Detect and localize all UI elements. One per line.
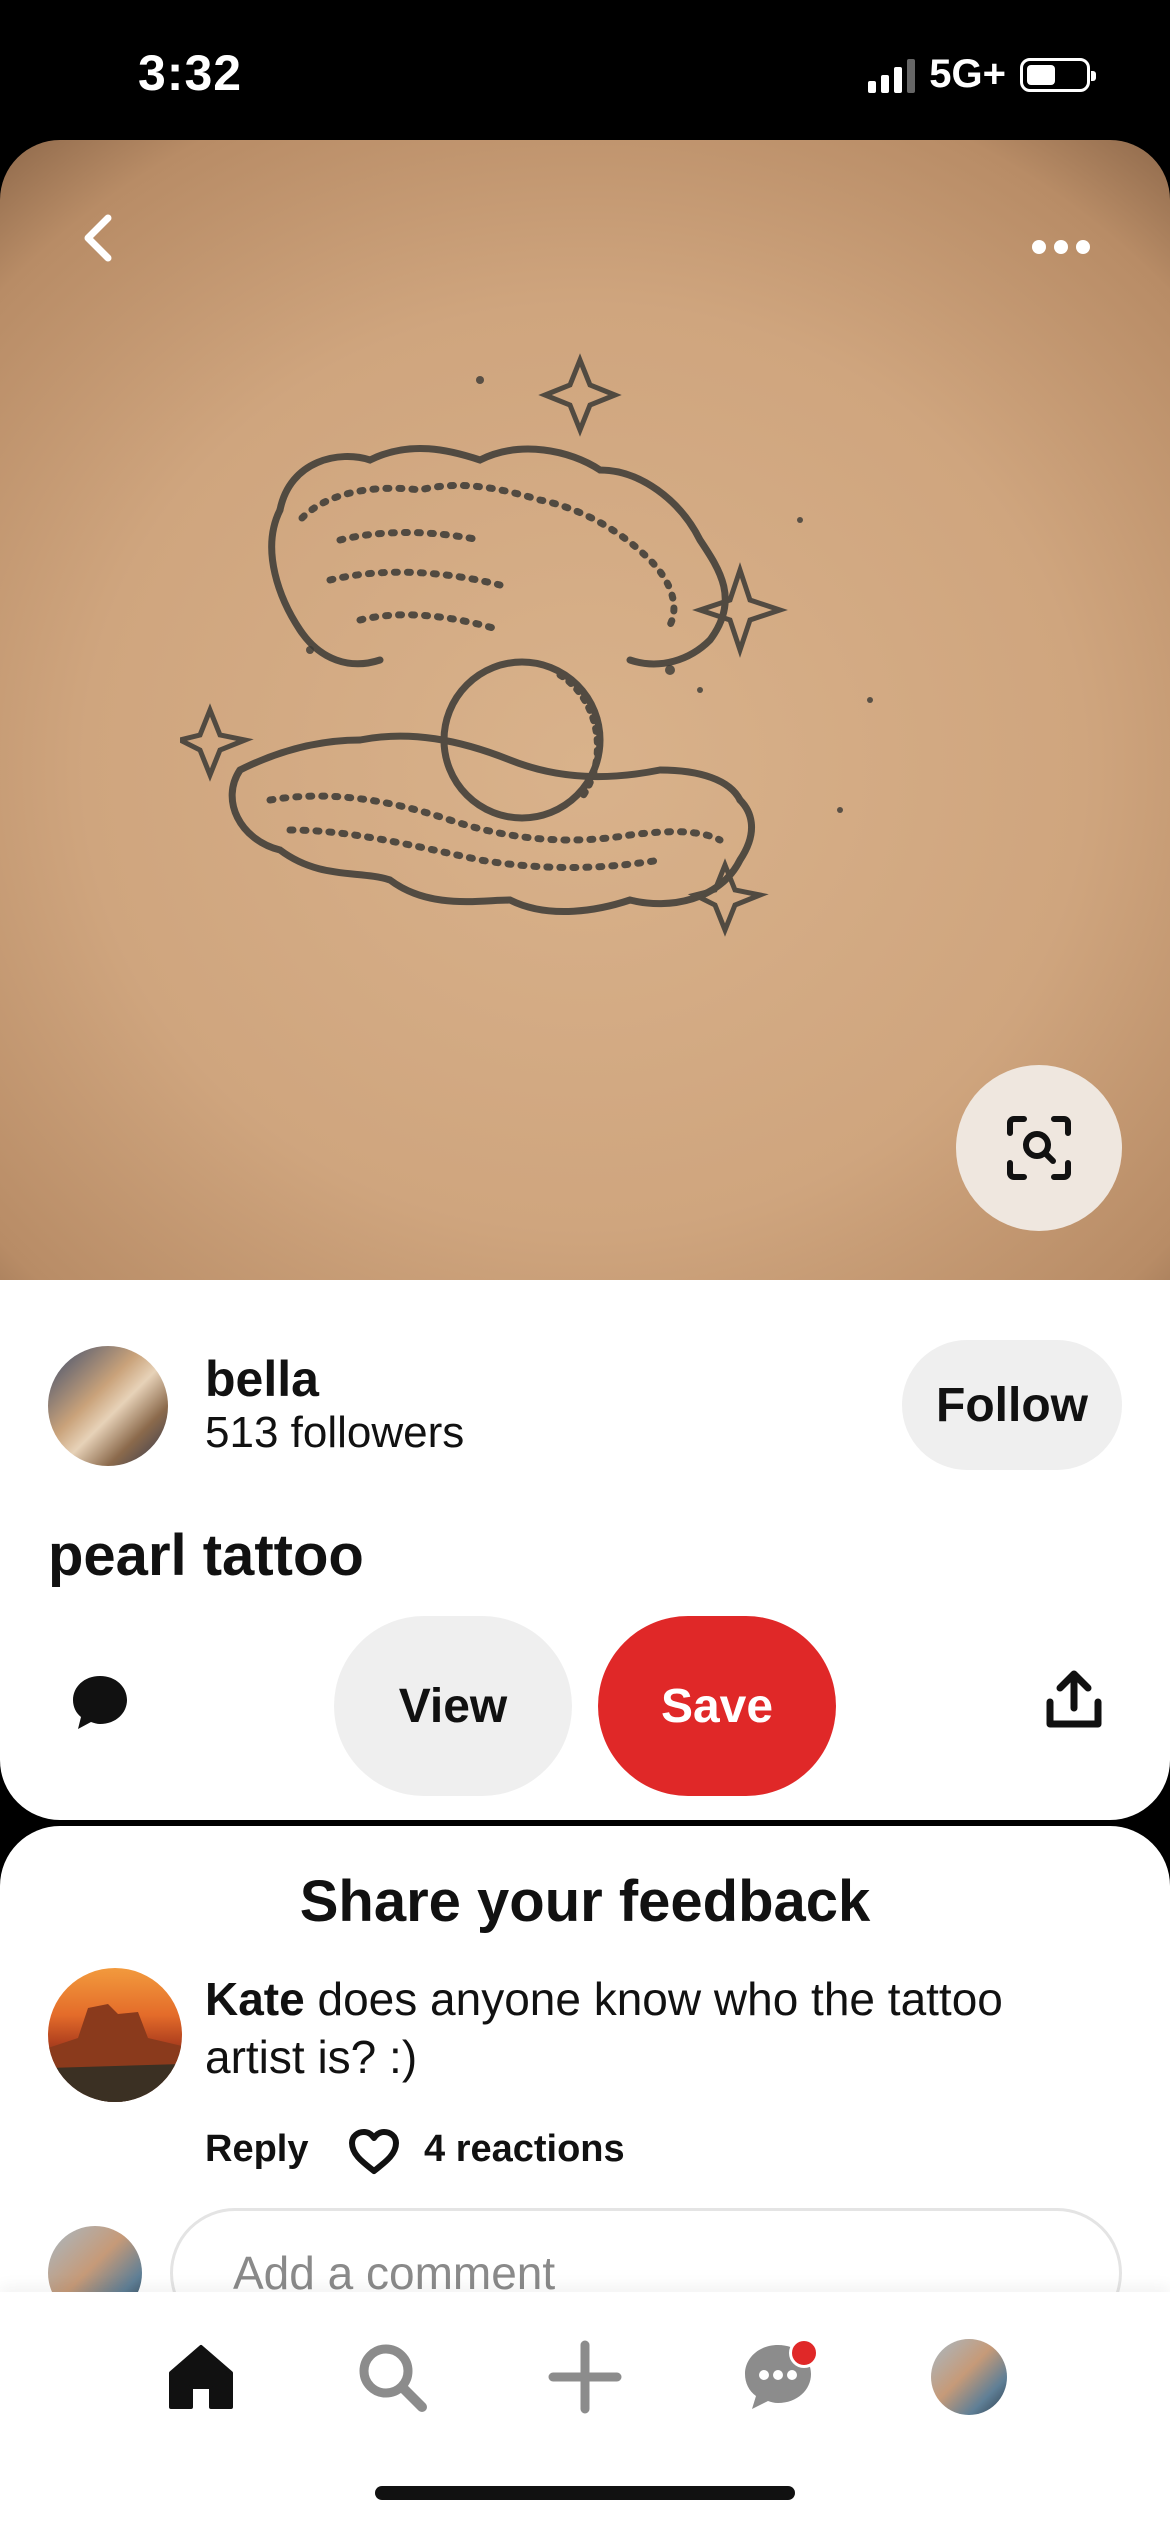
comment-body: Kate does anyone know who the tattoo art… <box>205 1970 1105 2086</box>
nav-create[interactable] <box>540 2332 630 2422</box>
comment-author[interactable]: Kate <box>205 1973 305 2025</box>
follow-button[interactable]: Follow <box>902 1340 1122 1470</box>
pin-details-card: bella 513 followers Follow pearl tattoo … <box>0 1280 1170 1820</box>
home-indicator[interactable] <box>375 2486 795 2500</box>
status-indicators: 5G+ <box>868 52 1096 97</box>
unread-badge <box>789 2338 819 2368</box>
visual-search-button[interactable] <box>956 1065 1122 1231</box>
plus-icon <box>548 2340 622 2414</box>
back-button[interactable] <box>70 208 130 268</box>
nav-profile[interactable] <box>924 2332 1014 2422</box>
pin-image[interactable] <box>0 140 1170 1280</box>
nav-search[interactable] <box>347 2332 437 2422</box>
react-button[interactable] <box>348 2128 400 2176</box>
creator-name[interactable]: bella <box>205 1350 319 1408</box>
speech-bubble-icon <box>73 1676 127 1729</box>
profile-avatar <box>931 2339 1007 2415</box>
creator-followers: 513 followers <box>205 1408 465 1457</box>
page-title: pearl tattoo <box>48 1523 364 1588</box>
ellipsis-icon <box>1032 240 1046 254</box>
reply-button[interactable]: Reply <box>205 2128 308 2171</box>
nav-messages[interactable] <box>733 2332 823 2422</box>
battery-icon <box>1020 57 1096 92</box>
more-options-button[interactable] <box>1032 240 1090 254</box>
heart-icon <box>349 2129 399 2174</box>
home-icon <box>169 2345 233 2409</box>
search-icon <box>359 2344 427 2412</box>
save-button[interactable]: Save <box>598 1616 836 1796</box>
signal-bars-icon <box>868 57 916 93</box>
feedback-section: Share your feedback Kate does anyone kno… <box>0 1826 1170 2338</box>
share-icon <box>1046 1670 1102 1728</box>
share-button[interactable] <box>1042 1668 1106 1732</box>
comment-avatar-image <box>48 2004 182 2102</box>
comment-text: does anyone know who the tattoo artist i… <box>205 1973 1003 2083</box>
view-button[interactable]: View <box>334 1616 572 1796</box>
avatar[interactable] <box>48 1968 182 2102</box>
nav-home[interactable] <box>156 2332 246 2422</box>
network-label: 5G+ <box>929 52 1006 96</box>
feedback-title: Share your feedback <box>299 1869 871 1934</box>
avatar[interactable] <box>48 1346 168 1466</box>
chevron-left-icon <box>84 214 112 262</box>
visual-search-icon <box>1007 1116 1071 1180</box>
status-bar: 3:32 5G+ <box>0 0 1170 140</box>
pearl-shell-tattoo-image <box>180 353 873 937</box>
reactions-count[interactable]: 4 reactions <box>424 2128 625 2171</box>
comments-button[interactable] <box>70 1672 130 1732</box>
status-time: 3:32 <box>138 45 243 101</box>
